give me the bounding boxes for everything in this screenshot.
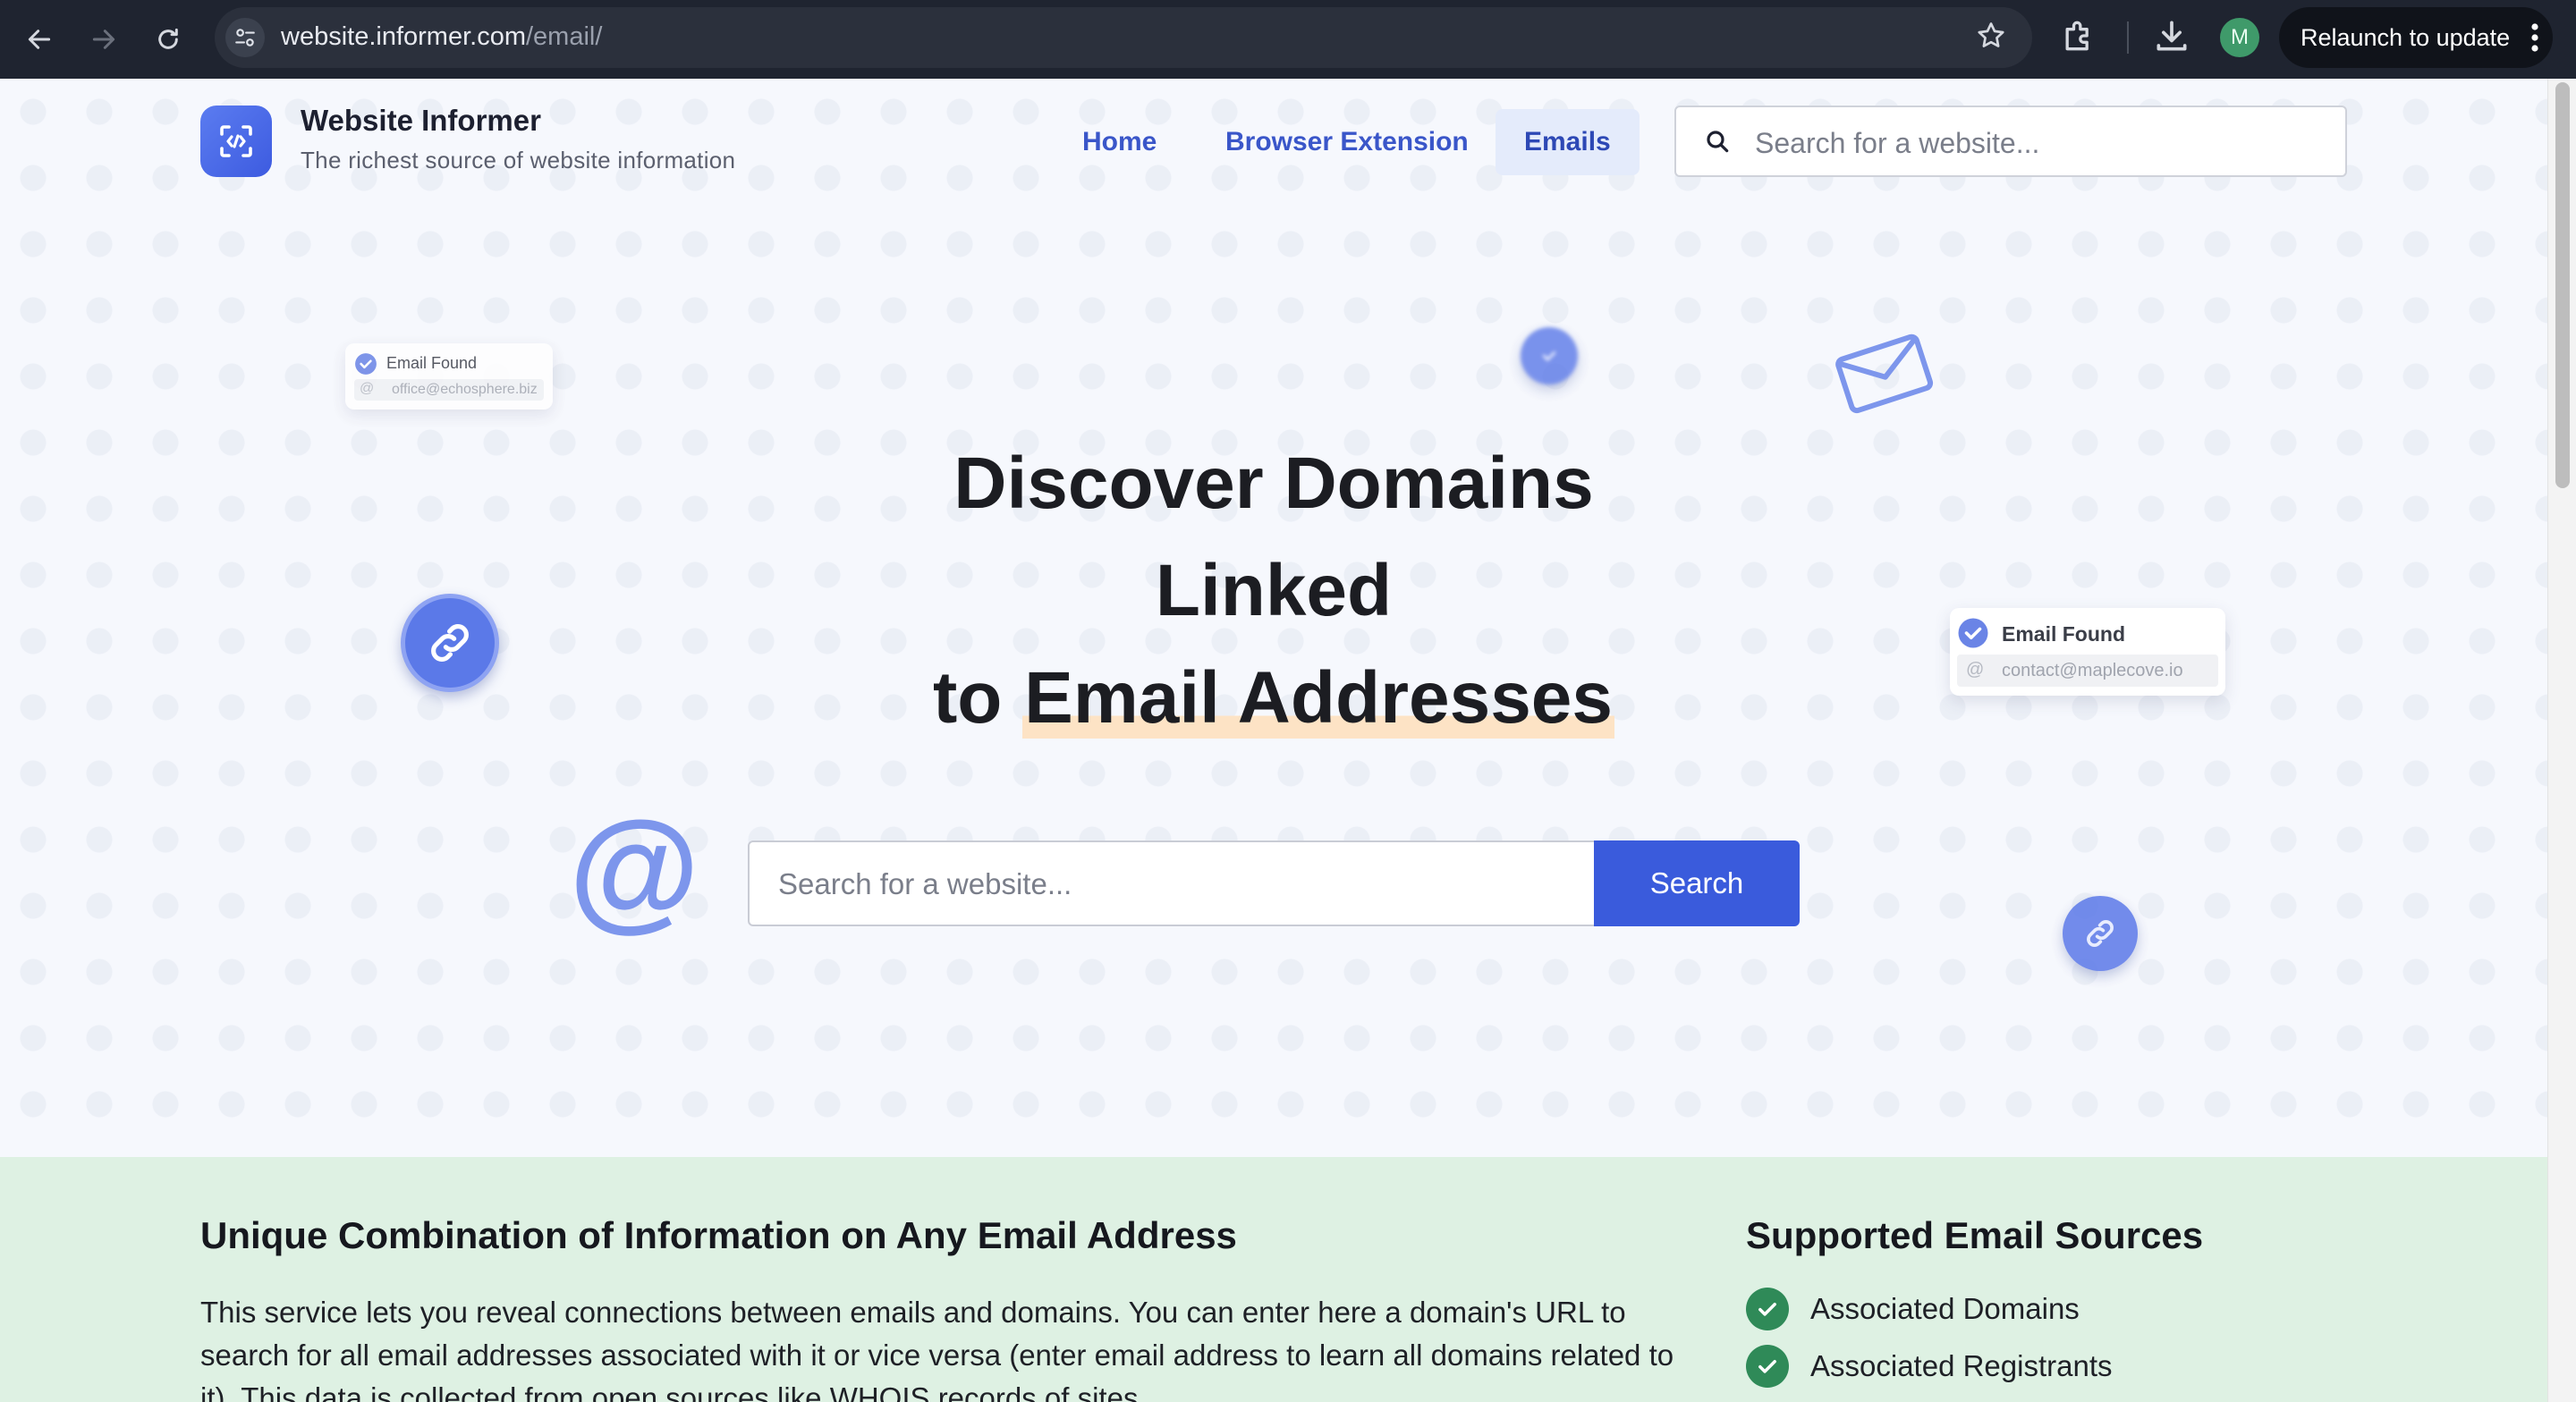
email-found-card-left: Email Found office@echosphere.biz @ <box>345 343 553 410</box>
url-text: website.informer.com/email/ <box>281 22 602 52</box>
email-found-title: Email Found <box>386 354 478 372</box>
page-scrollbar[interactable] <box>2547 79 2576 1402</box>
header-search-input[interactable]: Search for a website... <box>1674 106 2347 177</box>
hero-search-input[interactable]: Search for a website... <box>748 840 1596 926</box>
profile-avatar[interactable]: M <box>2220 18 2259 57</box>
checkmark-icon <box>1746 1288 1789 1330</box>
address-bar[interactable]: website.informer.com/email/ <box>215 7 2032 68</box>
page-content: Website Informer The richest source of w… <box>0 79 2547 1402</box>
extensions-icon[interactable] <box>2059 16 2098 55</box>
hero-search-placeholder: Search for a website... <box>778 867 1072 900</box>
url-path: /email/ <box>526 22 603 51</box>
info-heading: Unique Combination of Information on Any… <box>200 1214 1237 1256</box>
brand-name[interactable]: Website Informer <box>301 104 541 138</box>
hero-title-prefix: to <box>932 657 1003 739</box>
toolbar-separator <box>2127 21 2129 54</box>
download-icon[interactable] <box>2152 16 2191 55</box>
at-symbol-icon: @ <box>569 793 700 943</box>
info-paragraph: This service lets you reveal connections… <box>200 1296 1674 1402</box>
forward-icon[interactable] <box>82 18 125 61</box>
scrollbar-thumb[interactable] <box>2555 82 2570 488</box>
bookmark-star-icon[interactable] <box>1975 20 2007 52</box>
source-item: Associated Registrants <box>1746 1345 2113 1388</box>
hero-title-line-3: to Email Addresses <box>0 656 2547 740</box>
back-icon[interactable] <box>18 18 61 61</box>
link-icon <box>2063 896 2138 971</box>
more-menu-icon[interactable] <box>2529 21 2540 54</box>
reload-icon[interactable] <box>147 18 190 61</box>
nav-browser-extension[interactable]: Browser Extension <box>1197 109 1497 175</box>
site-logo[interactable] <box>200 106 272 177</box>
browser-toolbar: website.informer.com/email/ M Relaunch t… <box>0 0 2576 79</box>
check-bubble-icon <box>1521 327 1578 384</box>
sources-heading: Supported Email Sources <box>1746 1214 2204 1256</box>
url-host: website.informer.com <box>281 22 526 51</box>
site-info-icon[interactable] <box>225 18 265 57</box>
search-button[interactable]: Search <box>1594 840 1800 926</box>
check-circle-icon <box>354 352 377 380</box>
nav-emails[interactable]: Emails <box>1496 109 1640 175</box>
relaunch-label: Relaunch to update <box>2301 23 2511 51</box>
relaunch-button[interactable]: Relaunch to update <box>2279 7 2553 68</box>
hero-title-highlight: Email Addresses <box>1022 657 1615 739</box>
hero-title-line-1: Discover Domains <box>953 443 1594 524</box>
hero-title-line-2: Linked <box>1155 550 1393 631</box>
header-search-placeholder: Search for a website... <box>1755 127 2040 159</box>
checkmark-icon <box>1746 1345 1789 1388</box>
source-label: Associated Domains <box>1810 1292 2080 1325</box>
email-found-address: office@echosphere.biz <box>354 379 544 401</box>
at-sign-icon: @ <box>360 381 375 396</box>
nav-home[interactable]: Home <box>1054 109 1185 175</box>
brand-tagline: The richest source of website informatio… <box>301 147 736 173</box>
source-item: Associated Domains <box>1746 1288 2080 1330</box>
envelope-icon <box>1832 327 1936 421</box>
search-icon <box>1703 127 1732 160</box>
info-section: Unique Combination of Information on Any… <box>0 1157 2547 1402</box>
source-label: Associated Registrants <box>1810 1349 2113 1382</box>
